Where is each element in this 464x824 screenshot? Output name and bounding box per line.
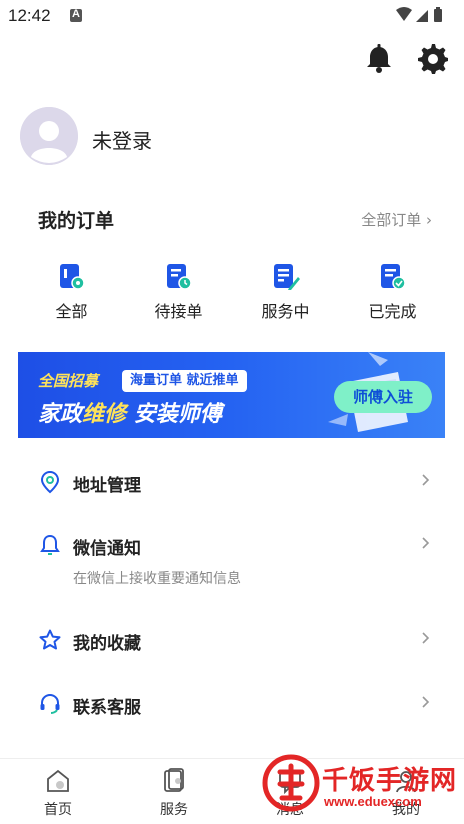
menu-item-label: 联系客服	[73, 698, 141, 718]
chevron-right-icon	[422, 537, 430, 549]
watermark-brand: 千饭手游网	[322, 766, 458, 796]
menu-item-wechat-notify[interactable]: 微信通知 在微信上接收重要通知信息	[0, 533, 464, 593]
service-icon	[164, 768, 184, 792]
profile-section[interactable]: 未登录	[20, 107, 420, 167]
banner-pill: 海量订单 就近推单	[122, 370, 247, 392]
join-as-worker-button[interactable]: 师傅入驻	[334, 381, 432, 413]
banner-headline-highlight: 维修	[82, 402, 127, 427]
order-status-label: 服务中	[261, 302, 310, 321]
order-status-label: 已完成	[368, 302, 417, 321]
order-all-icon	[59, 264, 85, 290]
orders-header: 我的订单 全部订单 ›	[38, 206, 432, 232]
menu-item-label: 我的收藏	[73, 634, 141, 654]
order-status-grid: 全部 待接单 服务中 已完成	[18, 262, 446, 324]
tab-service[interactable]: 服务	[116, 767, 232, 823]
order-status-in-service[interactable]: 服务中	[232, 262, 339, 324]
tab-label: 首页	[44, 802, 72, 818]
bell-outline-icon	[40, 534, 60, 555]
status-bar: 12:42	[0, 0, 464, 32]
watermark-logo-icon	[262, 754, 320, 812]
order-completed-icon	[380, 264, 406, 290]
orders-title: 我的订单	[38, 210, 115, 232]
order-in-service-icon	[273, 264, 300, 290]
headset-icon	[40, 693, 60, 714]
keyboard-indicator-icon	[70, 8, 82, 22]
banner-headline-part2: 安装师傅	[126, 402, 222, 427]
menu-item-label: 地址管理	[73, 476, 141, 496]
star-icon	[39, 629, 61, 650]
menu-item-subtitle: 在微信上接收重要通知信息	[73, 571, 241, 587]
banner-headline-part1: 家政	[38, 402, 83, 427]
bell-icon[interactable]	[362, 42, 396, 76]
order-status-completed[interactable]: 已完成	[339, 262, 446, 324]
order-pending-icon	[166, 264, 192, 290]
tab-label: 服务	[160, 802, 188, 818]
order-status-all[interactable]: 全部	[18, 262, 125, 324]
tab-home[interactable]: 首页	[0, 767, 116, 823]
login-status-text[interactable]: 未登录	[92, 125, 152, 154]
header-actions	[360, 42, 450, 76]
menu-item-address[interactable]: 地址管理	[0, 470, 464, 500]
default-avatar-icon	[20, 107, 78, 165]
chevron-right-icon	[422, 474, 430, 486]
avatar[interactable]	[20, 107, 78, 165]
status-time: 12:42	[8, 6, 51, 25]
wifi-signal-battery-icon	[396, 7, 442, 22]
gear-icon[interactable]	[416, 42, 450, 76]
all-orders-link[interactable]: 全部订单 ›	[361, 209, 432, 230]
order-status-pending[interactable]: 待接单	[125, 262, 232, 324]
chevron-right-icon	[422, 632, 430, 644]
menu-item-customer-service[interactable]: 联系客服	[0, 692, 464, 722]
location-pin-icon	[40, 470, 60, 494]
order-status-label: 全部	[55, 302, 88, 321]
menu-item-favorites[interactable]: 我的收藏	[0, 628, 464, 658]
banner-tag: 全国招募	[38, 372, 99, 390]
chevron-right-icon	[422, 696, 430, 708]
site-watermark: 千饭手游网 www.eduexcom	[260, 754, 460, 814]
order-status-label: 待接单	[154, 302, 203, 321]
watermark-url: www.eduexcom	[324, 794, 422, 809]
banner-headline: 家政维修 安装师傅	[38, 396, 222, 428]
home-icon	[47, 769, 69, 792]
recruit-banner[interactable]: 全国招募 海量订单 就近推单 家政维修 安装师傅 师傅入驻	[18, 352, 445, 438]
menu-item-label: 微信通知	[73, 539, 141, 559]
